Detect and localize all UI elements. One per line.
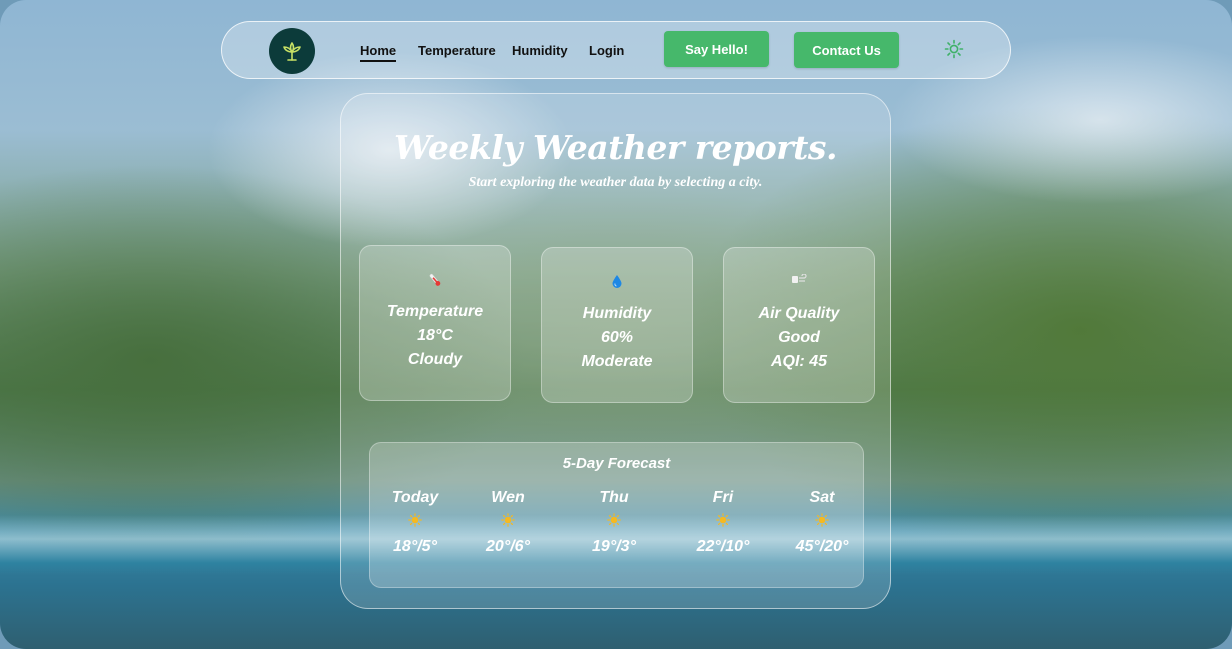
forecast-day: Fri 22°/10°: [683, 489, 763, 556]
nav-link-temperature[interactable]: Temperature: [418, 43, 496, 58]
page-subtitle: Start exploring the weather data by sele…: [468, 175, 763, 190]
temperature-card[interactable]: Temperature 18°C Cloudy: [359, 245, 511, 401]
forecast-day-temp: 18°/5°: [393, 538, 437, 555]
humidity-card[interactable]: Humidity 60% Moderate: [541, 247, 693, 403]
forecast-day-name: Fri: [712, 489, 734, 506]
wind-icon: [724, 273, 874, 289]
forecast-title: 5-Day Forecast: [562, 455, 671, 472]
forecast-day-name: Today: [391, 489, 439, 506]
nav-link-humidity[interactable]: Humidity: [512, 43, 568, 58]
sun-icon: [716, 513, 730, 527]
forecast-day: Sat 45°/20°: [782, 489, 862, 556]
forecast-day-temp: 45°/20°: [795, 538, 849, 555]
temperature-value: 18°C: [417, 327, 453, 344]
forecast-day-name: Sat: [809, 489, 835, 506]
nav-link-home[interactable]: Home: [360, 43, 397, 62]
forecast-day: Thu 19°/3°: [574, 489, 654, 556]
forecast-day-name: Thu: [599, 489, 629, 506]
forecast-day-temp: 20°/6°: [486, 538, 530, 555]
temperature-status: Cloudy: [407, 351, 463, 368]
forecast-day-temp: 22°/10°: [696, 538, 750, 555]
droplet-icon: [542, 274, 692, 292]
five-day-forecast: 5-Day Forecast Today 18°/5° Wen 20°/6° T…: [369, 442, 864, 588]
contact-us-button[interactable]: Contact Us: [794, 32, 899, 68]
logo[interactable]: [269, 28, 315, 74]
page-title: Weekly Weather reports.: [394, 128, 837, 167]
thermometer-icon: [360, 272, 510, 291]
say-hello-button[interactable]: Say Hello!: [664, 31, 769, 67]
plant-icon: [283, 42, 301, 61]
weather-report-card: Weekly Weather reports. Start exploring …: [340, 93, 891, 609]
top-navbar: Home Temperature Humidity Login Say Hell…: [221, 21, 1011, 79]
air-quality-status: AQI: 45: [770, 353, 827, 370]
nav-link-login[interactable]: Login: [589, 43, 624, 58]
forecast-day-temp: 19°/3°: [592, 538, 636, 555]
forecast-day: Today 18°/5°: [375, 489, 455, 556]
sun-icon: [607, 513, 621, 527]
temperature-label: Temperature: [386, 303, 484, 320]
humidity-status: Moderate: [581, 353, 653, 370]
sun-icon[interactable]: [944, 39, 964, 59]
forecast-day-name: Wen: [491, 489, 525, 506]
air-quality-label: Air Quality: [758, 305, 840, 322]
forecast-day: Wen 20°/6°: [468, 489, 548, 556]
sun-icon: [815, 513, 829, 527]
humidity-value: 60%: [600, 329, 634, 346]
air-quality-value: Good: [778, 329, 820, 346]
humidity-label: Humidity: [582, 305, 652, 322]
sun-icon: [501, 513, 515, 527]
sun-icon: [408, 513, 422, 527]
air-quality-card[interactable]: Air Quality Good AQI: 45: [723, 247, 875, 403]
